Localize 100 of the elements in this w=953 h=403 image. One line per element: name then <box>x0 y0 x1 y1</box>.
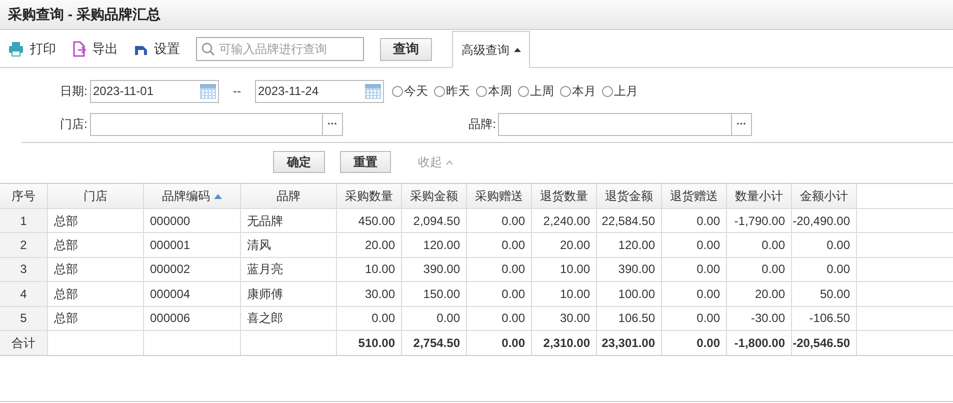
table-cell: 30.00 <box>532 306 597 330</box>
table-cell: 0.00 <box>467 306 532 330</box>
table-cell: 清风 <box>241 233 337 257</box>
total-cell: 510.00 <box>337 330 402 355</box>
export-file-icon <box>72 41 86 57</box>
table-cell: 总部 <box>48 282 144 306</box>
calendar-icon[interactable] <box>199 82 217 100</box>
chevron-up-icon <box>446 160 453 164</box>
table-cell: 000004 <box>144 282 241 306</box>
table-cell: 0.00 <box>467 282 532 306</box>
caret-icon <box>514 48 520 52</box>
column-header[interactable]: 采购数量 <box>337 184 402 208</box>
table-cell: 0.00 <box>662 282 727 306</box>
radio-icon[interactable] <box>560 86 571 96</box>
table-cell: 000002 <box>144 258 241 282</box>
table-cell: 000000 <box>144 209 241 232</box>
row-number: 3 <box>0 258 48 282</box>
search-button[interactable]: 查询 <box>380 38 432 60</box>
search-icon <box>201 42 215 56</box>
column-header[interactable]: 退货赠送 <box>662 184 727 208</box>
toolbar-button[interactable]: 打印 <box>8 39 56 59</box>
date-range-radio[interactable]: 本周 <box>476 82 512 100</box>
column-header[interactable]: 采购赠送 <box>467 184 532 208</box>
table-cell: 22,584.50 <box>597 209 662 232</box>
column-header[interactable]: 退货数量 <box>532 184 597 208</box>
table-cell: 总部 <box>48 209 144 232</box>
column-header[interactable]: 序号 <box>0 184 48 208</box>
table-cell: 0.00 <box>662 258 727 282</box>
table-cell: 120.00 <box>402 233 467 257</box>
table-cell: 106.50 <box>597 306 662 330</box>
table-cell: 50.00 <box>792 282 857 306</box>
table-cell: 总部 <box>48 306 144 330</box>
table-cell: 120.00 <box>597 233 662 257</box>
table-cell: 10.00 <box>532 282 597 306</box>
row-number: 4 <box>0 282 48 306</box>
date-from-field[interactable]: 2023-11-01 <box>90 80 219 102</box>
table-cell: 450.00 <box>337 209 402 232</box>
total-cell: 0.00 <box>662 330 727 355</box>
date-range-radio[interactable]: 昨天 <box>434 82 470 100</box>
table-cell: 2,240.00 <box>532 209 597 232</box>
calendar-icon[interactable] <box>364 82 382 100</box>
date-range-radio[interactable]: 本月 <box>560 82 596 100</box>
total-cell: 23,301.00 <box>597 330 662 355</box>
date-to-field[interactable]: 2023-11-24 <box>255 80 384 102</box>
store-label: 门店: <box>60 116 88 133</box>
store-field[interactable]: ··· <box>90 112 343 136</box>
brand-field[interactable]: ··· <box>498 112 752 136</box>
table-cell: 康师傅 <box>241 282 337 306</box>
table-cell: 20.00 <box>532 233 597 257</box>
reset-button[interactable]: 重置 <box>340 151 391 173</box>
table-cell: 0.00 <box>467 258 532 282</box>
printer-icon <box>8 41 24 57</box>
table-cell: 总部 <box>48 233 144 257</box>
confirm-button[interactable]: 确定 <box>273 151 325 173</box>
radio-icon[interactable] <box>434 86 445 96</box>
advanced-search-tab[interactable]: 高级查询 <box>452 31 530 68</box>
table-cell: 0.00 <box>792 233 857 257</box>
table-cell: 0.00 <box>337 306 402 330</box>
total-cell: 2,754.50 <box>402 330 467 355</box>
column-header[interactable]: 品牌 <box>241 184 337 208</box>
toolbar-button[interactable]: 设置 <box>134 39 180 59</box>
row-number: 2 <box>0 233 48 257</box>
table-cell: -106.50 <box>792 306 857 330</box>
table-cell: 10.00 <box>532 258 597 282</box>
radio-icon[interactable] <box>476 86 487 96</box>
table-cell: 喜之郎 <box>241 306 337 330</box>
column-header[interactable]: 退货金额 <box>597 184 662 208</box>
table-cell: 000001 <box>144 233 241 257</box>
table-cell: 10.00 <box>337 258 402 282</box>
date-range-radio[interactable]: 今天 <box>392 82 428 100</box>
date-range-radio[interactable]: 上月 <box>602 82 638 100</box>
table-cell: 390.00 <box>402 258 467 282</box>
table-cell: 2,094.50 <box>402 209 467 232</box>
date-separator: -- <box>232 83 242 100</box>
date-range-radio[interactable]: 上周 <box>518 82 554 100</box>
column-header[interactable]: 金额小计 <box>792 184 857 208</box>
column-header[interactable]: 品牌编码 <box>144 184 241 208</box>
column-header[interactable]: 数量小计 <box>727 184 792 208</box>
table-cell: 0.00 <box>792 258 857 282</box>
row-number: 5 <box>0 306 48 330</box>
search-field[interactable]: 可输入品牌进行查询 <box>196 37 364 61</box>
column-header[interactable]: 门店 <box>48 184 144 208</box>
column-header[interactable]: 采购金额 <box>402 184 467 208</box>
table-cell: 0.00 <box>727 258 792 282</box>
table-cell: 无品牌 <box>241 209 337 232</box>
table-cell: 0.00 <box>662 233 727 257</box>
table-cell: 0.00 <box>662 306 727 330</box>
date-label: 日期: <box>60 83 88 100</box>
radio-icon[interactable] <box>518 86 529 96</box>
store-picker-button[interactable]: ··· <box>322 114 342 134</box>
table-cell: -20,490.00 <box>792 209 857 232</box>
table-cell: 20.00 <box>337 233 402 257</box>
radio-icon[interactable] <box>602 86 613 96</box>
total-cell: 2,310.00 <box>532 330 597 355</box>
brand-picker-button[interactable]: ··· <box>731 114 751 134</box>
radio-icon[interactable] <box>392 86 403 96</box>
table-cell: 0.00 <box>467 209 532 232</box>
table-cell: 0.00 <box>727 233 792 257</box>
toolbar-button[interactable]: 导出 <box>72 39 118 59</box>
table-cell: 30.00 <box>337 282 402 306</box>
